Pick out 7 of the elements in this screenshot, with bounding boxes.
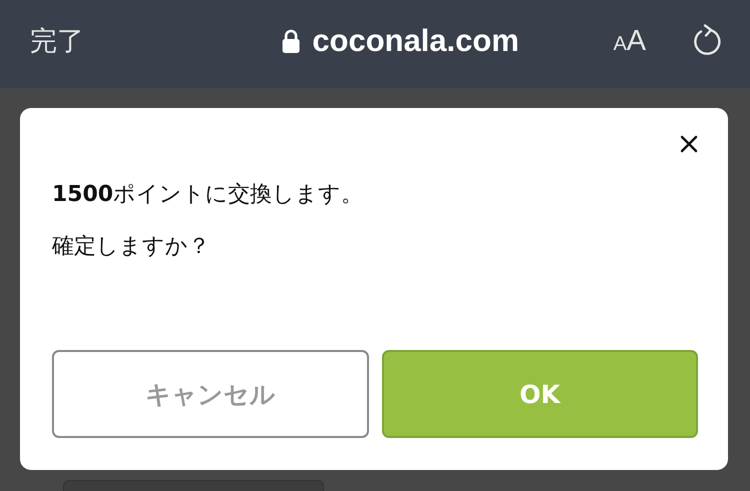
lock-icon (282, 29, 300, 53)
address-text[interactable]: coconala.com (312, 23, 520, 59)
text-size-button[interactable]: AA (613, 24, 646, 58)
close-icon[interactable] (680, 135, 698, 153)
done-button[interactable]: 完了 (30, 23, 190, 59)
message-text: 1500ポイントに交換します。 (52, 181, 364, 209)
message-text: 確定しますか？ (52, 233, 211, 261)
